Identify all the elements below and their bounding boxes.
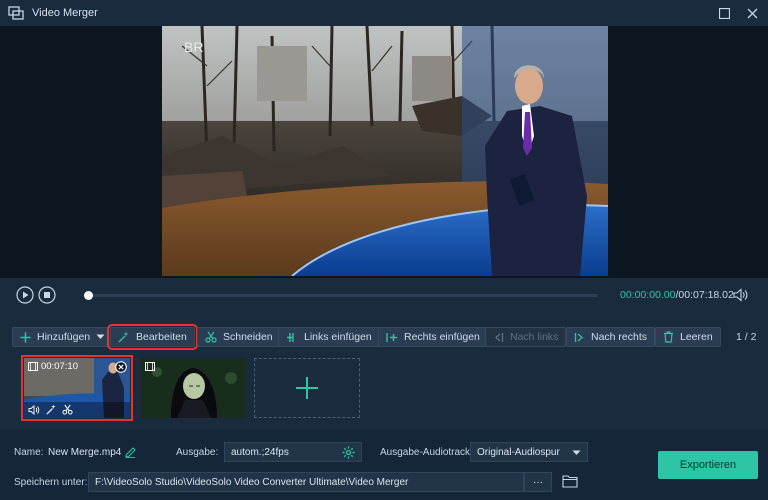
clip-list: 00:07:10: [0, 354, 768, 426]
clip-thumbnail-image: [141, 358, 245, 418]
title-bar: Video Merger: [0, 0, 768, 26]
film-icon: [145, 362, 155, 371]
add-clip-placeholder[interactable]: [254, 358, 360, 418]
trash-icon: [664, 331, 673, 343]
output-format-value: autom.;24fps: [231, 446, 289, 458]
volume-icon[interactable]: [733, 288, 749, 302]
arrow-right-icon: [574, 332, 583, 342]
clip-cut-icon[interactable]: [62, 404, 73, 415]
scissors-icon: [205, 331, 217, 343]
output-format-field[interactable]: autom.;24fps: [224, 442, 362, 462]
player-controls: 00:00:00.00/00:07:18.02: [0, 278, 768, 314]
total-time: /00:07:18.02: [675, 289, 734, 301]
clip-thumbnail[interactable]: 00:07:10: [21, 355, 133, 421]
time-display: 00:00:00.00/00:07:18.02: [620, 289, 734, 301]
close-icon: [747, 8, 757, 18]
cut-button[interactable]: Schneiden: [197, 327, 281, 347]
insert-right-button[interactable]: Rechts einfügen: [378, 327, 488, 347]
output-label: Ausgabe:: [176, 447, 219, 458]
clip-audio-icon[interactable]: [28, 405, 40, 415]
svg-text:BR: BR: [184, 39, 203, 55]
magic-wand-icon: [118, 331, 129, 343]
clear-button[interactable]: Leeren: [655, 327, 721, 347]
file-name-value: New Merge.mp4: [48, 447, 122, 458]
browse-button[interactable]: ···: [524, 472, 552, 492]
play-icon[interactable]: [16, 286, 34, 304]
maximize-button[interactable]: [716, 5, 732, 21]
audio-track-label: Ausgabe-Audiotrack:: [380, 447, 473, 458]
gear-icon[interactable]: [342, 446, 355, 459]
audio-track-value: Original-Audiospur: [477, 446, 560, 458]
clip-toolbar: Hinzufügen Bearbeiten Schneiden Links ei…: [0, 314, 768, 354]
move-left-button[interactable]: Nach links: [485, 327, 567, 347]
edit-name-pencil-icon[interactable]: [125, 447, 136, 458]
plus-icon: [296, 377, 318, 399]
video-preview-area: BR: [0, 26, 768, 278]
save-path-field[interactable]: F:\VideoSolo Studio\VideoSolo Video Conv…: [88, 472, 524, 492]
clip-duration: 00:07:10: [41, 361, 78, 372]
browse-label: ···: [533, 476, 543, 488]
dropdown-arrow-icon: [572, 450, 581, 455]
merge-app-icon: [8, 6, 24, 20]
move-right-label: Nach rechts: [591, 331, 648, 343]
film-icon: [28, 362, 38, 371]
close-button[interactable]: [744, 5, 760, 21]
video-frame: BR: [162, 26, 608, 276]
edit-label: Bearbeiten: [136, 331, 187, 343]
save-path-value: F:\VideoSolo Studio\VideoSolo Video Conv…: [95, 476, 409, 488]
audio-track-select[interactable]: Original-Audiospur: [470, 442, 588, 462]
move-right-button[interactable]: Nach rechts: [566, 327, 656, 347]
plus-icon: [20, 332, 31, 342]
cut-label: Schneiden: [223, 331, 273, 343]
window-title: Video Merger: [32, 7, 98, 19]
clip-thumbnail[interactable]: [141, 358, 245, 418]
clip-edit-icon[interactable]: [46, 404, 57, 415]
save-location-label: Speichern unter:: [14, 477, 88, 488]
dropdown-arrow-icon: [96, 334, 105, 339]
output-settings: Name: New Merge.mp4 Ausgabe: autom.;24fp…: [0, 430, 768, 500]
page-indicator: 1 / 2: [736, 331, 757, 343]
remove-clip-icon[interactable]: [115, 361, 127, 373]
insert-right-label: Rechts einfügen: [404, 331, 480, 343]
stop-icon[interactable]: [38, 286, 56, 304]
export-label: Exportieren: [679, 459, 737, 471]
move-left-label: Nach links: [510, 331, 559, 343]
open-folder-icon[interactable]: [562, 474, 578, 488]
clear-label: Leeren: [680, 331, 713, 343]
current-time: 00:00:00.00: [620, 289, 676, 301]
edit-button[interactable]: Bearbeiten: [107, 324, 198, 350]
insert-left-label: Links einfügen: [304, 331, 372, 343]
add-label: Hinzufügen: [37, 331, 91, 343]
add-button[interactable]: Hinzufügen: [12, 327, 114, 347]
maximize-icon: [718, 7, 730, 19]
export-button[interactable]: Exportieren: [658, 451, 758, 479]
name-label: Name:: [14, 447, 44, 458]
arrow-left-icon: [495, 332, 504, 342]
insert-right-icon: [386, 332, 397, 342]
insert-left-icon: [287, 332, 294, 342]
progress-slider[interactable]: [84, 291, 598, 300]
insert-left-button[interactable]: Links einfügen: [278, 327, 380, 347]
progress-knob[interactable]: [84, 291, 93, 300]
